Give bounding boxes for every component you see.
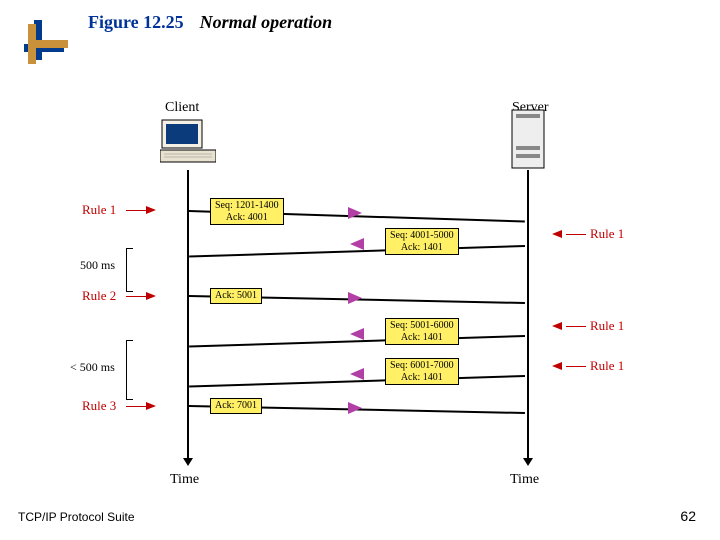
msg-m4: Seq: 5001-6000Ack: 1401 (385, 318, 459, 345)
rule-right-1a: Rule 1 (590, 226, 624, 242)
figure-title: Normal operation (200, 12, 333, 33)
client-label: Client (165, 100, 199, 116)
server-icon (510, 108, 546, 170)
client-timeline (187, 170, 189, 460)
footer-page: 62 (680, 508, 696, 524)
msg-m3: Ack: 5001 (210, 288, 262, 304)
timing-lt500ms: < 500 ms (70, 360, 115, 375)
rule-left-3: Rule 3 (82, 398, 116, 414)
timing-500ms: 500 ms (80, 258, 115, 273)
figure-number: Figure 12.25 (88, 12, 184, 33)
rule-right-1c: Rule 1 (590, 358, 624, 374)
client-time-label: Time (170, 472, 199, 488)
rule-right-1b: Rule 1 (590, 318, 624, 334)
rule-left-2: Rule 2 (82, 288, 116, 304)
arrowhead-m5 (350, 368, 364, 380)
server-time-label: Time (510, 472, 539, 488)
bracket-500ms (126, 248, 132, 292)
bracket-lt500ms (126, 340, 132, 400)
slide-bullet-decoration (28, 24, 68, 64)
msg-m2: Seq: 4001-5000Ack: 1401 (385, 228, 459, 255)
arrowhead-m6 (348, 402, 362, 414)
msg-m5: Seq: 6001-7000Ack: 1401 (385, 358, 459, 385)
server-timeline (527, 170, 529, 460)
arrowhead-m3 (348, 292, 362, 304)
arrowhead-m4 (350, 328, 364, 340)
figure-title-row: Figure 12.25 Normal operation (88, 12, 332, 33)
arrowhead-m2 (350, 238, 364, 250)
msg-m6: Ack: 7001 (210, 398, 262, 414)
client-icon (160, 118, 216, 166)
rule-left-1: Rule 1 (82, 202, 116, 218)
footer-source: TCP/IP Protocol Suite (18, 510, 135, 524)
arrowhead-m1 (348, 207, 362, 219)
msg-m1: Seq: 1201-1400Ack: 4001 (210, 198, 284, 225)
sequence-diagram: Client Server Time Time Seq: 1201-1400Ac… (90, 100, 650, 480)
